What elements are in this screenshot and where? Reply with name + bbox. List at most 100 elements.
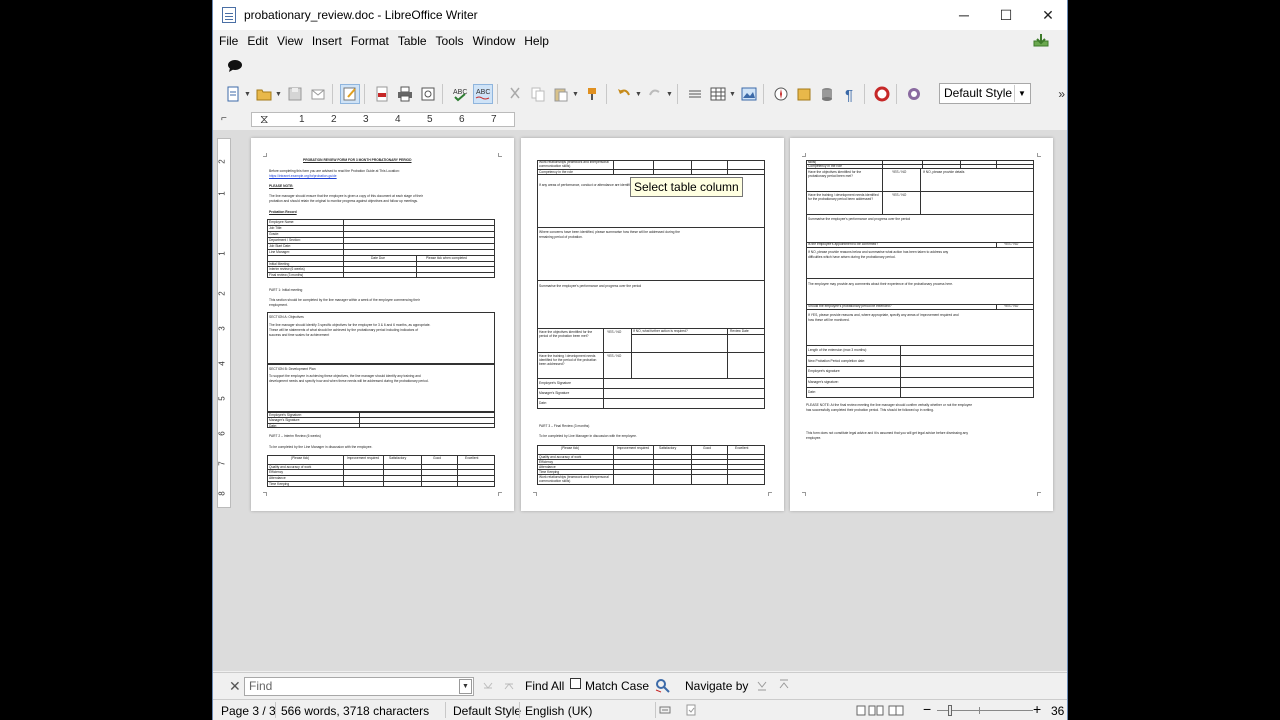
new-dropdown-icon[interactable]: ▼ (244, 91, 251, 98)
zoom-slider-handle[interactable] (948, 705, 952, 716)
find-placeholder: Find (249, 679, 273, 693)
chevron-down-icon[interactable]: ▼ (459, 679, 472, 694)
find-next-icon[interactable] (502, 679, 516, 693)
document-modified-icon[interactable] (685, 704, 697, 716)
comment-icon[interactable] (227, 59, 243, 73)
table-dropdown-icon[interactable]: ▼ (729, 91, 736, 98)
navigate-down-icon[interactable] (755, 678, 769, 692)
review-date-label: Review Date (730, 329, 749, 333)
copy-icon[interactable] (528, 84, 548, 104)
selection-mode-icon[interactable] (659, 704, 671, 716)
open-folder-icon[interactable] (254, 84, 274, 104)
tab-stop-icon[interactable]: ⌐ (221, 113, 227, 124)
help-icon[interactable] (872, 84, 892, 104)
edit-mode-icon[interactable] (340, 84, 360, 104)
rating-row-label: Quality and accuracy of work (539, 455, 582, 459)
horizontal-ruler[interactable]: ⧖ 1 2 3 4 5 6 7 (251, 112, 515, 127)
print-icon[interactable] (395, 84, 415, 104)
menu-table[interactable]: Table (398, 34, 427, 48)
navigate-up-icon[interactable] (777, 678, 791, 692)
page-count[interactable]: Page 3 / 3 (221, 704, 276, 718)
paragraph-style-select[interactable]: Default Style ▼ (939, 83, 1031, 104)
single-page-view-icon[interactable] (856, 705, 866, 716)
title-bar[interactable]: probationary_review.doc - LibreOffice Wr… (213, 0, 1067, 30)
auto-spellcheck-icon[interactable]: ABC (473, 84, 493, 104)
export-pdf-icon[interactable] (372, 84, 392, 104)
paste-icon[interactable] (551, 84, 571, 104)
insert-table-icon[interactable] (708, 84, 728, 104)
menu-file[interactable]: File (219, 34, 238, 48)
maximize-button[interactable]: ☐ (985, 0, 1027, 30)
review-header: Please tick when completed (426, 256, 467, 260)
zoom-out-icon[interactable]: − (923, 701, 931, 717)
yes-no-label: YES / NO (1004, 304, 1019, 308)
guide-link[interactable]: https://intranet.example.org/hr/probatio… (269, 174, 337, 178)
multi-page-view-icon[interactable] (868, 705, 884, 716)
find-input[interactable]: Find ▼ (244, 677, 474, 696)
rating-header: Satisfactory (659, 446, 677, 450)
menu-edit[interactable]: Edit (247, 34, 268, 48)
menu-format[interactable]: Format (351, 34, 389, 48)
toolbar-overflow-icon[interactable]: » (1058, 87, 1065, 101)
if-no-label: If NO, please provide details (923, 170, 965, 174)
undo-dropdown-icon[interactable]: ▼ (635, 91, 642, 98)
document-canvas[interactable]: 2 1 1 2 3 4 5 6 7 8 PROBATION REVIEW FOR… (213, 130, 1067, 671)
insert-image-icon[interactable] (739, 84, 759, 104)
indent-marker-icon[interactable]: ⧖ (260, 112, 268, 127)
chevron-down-icon[interactable]: ▼ (1014, 85, 1029, 102)
vertical-ruler[interactable]: 2 1 1 2 3 4 5 6 7 8 (217, 138, 231, 508)
close-find-icon[interactable]: ✕ (229, 678, 241, 695)
ruler-number: 7 (491, 114, 497, 125)
menu-help[interactable]: Help (524, 34, 549, 48)
zoom-percentage[interactable]: 36 (1051, 704, 1064, 718)
ruler-number: 2 (331, 114, 337, 125)
part1-text: This section should be completed by the … (269, 298, 420, 302)
find-previous-icon[interactable] (481, 679, 495, 693)
document-language[interactable]: English (UK) (525, 704, 592, 718)
print-preview-icon[interactable] (418, 84, 438, 104)
close-button[interactable]: ✕ (1027, 0, 1067, 30)
status-bar: Page 3 / 3 566 words, 3718 characters De… (213, 699, 1067, 720)
part1-heading: PART 1: Initial meeting (269, 288, 303, 292)
toolbar-separator (442, 84, 443, 104)
data-sources-icon[interactable] (817, 84, 837, 104)
open-dropdown-icon[interactable]: ▼ (275, 91, 282, 98)
menu-view[interactable]: View (277, 34, 303, 48)
zoom-in-icon[interactable]: + (1033, 701, 1041, 717)
book-view-icon[interactable] (888, 705, 904, 716)
menu-insert[interactable]: Insert (312, 34, 342, 48)
spelling-icon[interactable]: ABC (450, 84, 470, 104)
redo-icon[interactable] (645, 84, 665, 104)
redo-dropdown-icon[interactable]: ▼ (666, 91, 673, 98)
table-line (727, 445, 728, 485)
page-style[interactable]: Default Style (453, 704, 521, 718)
cut-icon[interactable] (505, 84, 525, 104)
find-all-button[interactable]: Find All (525, 679, 564, 693)
document-page-3[interactable]: skills) Competency in the role Have the … (790, 138, 1053, 511)
menu-window[interactable]: Window (473, 34, 516, 48)
navigator-icon[interactable] (771, 84, 791, 104)
find-replace-icon[interactable] (685, 84, 705, 104)
email-icon[interactable] (308, 84, 328, 104)
minimize-button[interactable]: ─ (943, 0, 985, 30)
save-icon[interactable] (285, 84, 305, 104)
match-case-checkbox[interactable] (570, 678, 581, 689)
clone-formatting-icon[interactable] (582, 84, 602, 104)
match-case-label[interactable]: Match Case (585, 679, 649, 693)
section-a-title: SECTION A: Objectives (269, 315, 304, 319)
table-line (727, 160, 728, 174)
undo-icon[interactable] (614, 84, 634, 104)
word-count[interactable]: 566 words, 3718 characters (281, 704, 429, 718)
menu-tools[interactable]: Tools (436, 34, 464, 48)
rating-row-label: Competency in the role (539, 170, 573, 174)
ruler-number: 5 (217, 396, 227, 401)
document-page-1[interactable]: PROBATION REVIEW FORM FOR 3 MONTH PROBAT… (251, 138, 514, 511)
update-download-icon[interactable] (1033, 33, 1049, 47)
gallery-icon[interactable] (794, 84, 814, 104)
formatting-marks-icon[interactable]: ¶ (840, 84, 860, 104)
paste-dropdown-icon[interactable]: ▼ (572, 91, 579, 98)
styles-icon[interactable] (904, 84, 924, 104)
new-document-icon[interactable] (223, 84, 243, 104)
find-replace-icon[interactable] (655, 678, 671, 694)
status-separator (445, 702, 446, 718)
